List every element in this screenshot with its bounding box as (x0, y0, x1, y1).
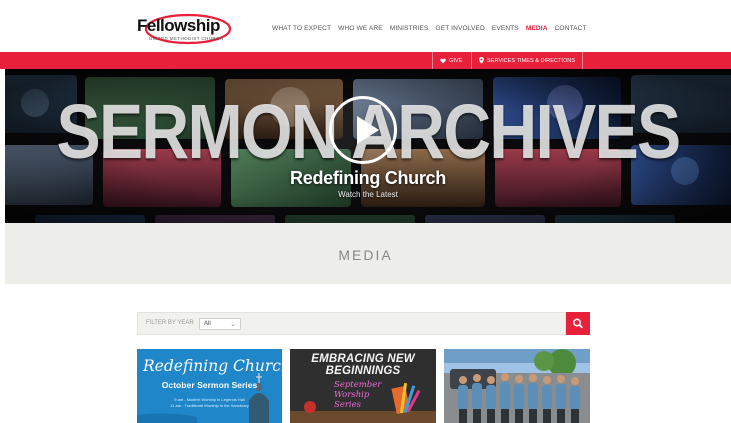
group-photo-image (444, 349, 590, 423)
search-icon (573, 318, 583, 329)
utility-bar: GIVE SERVICES TIMES & DIRECTIONS (0, 52, 731, 69)
year-filter-bar: FILTER BY YEAR All ⌄ (137, 312, 566, 335)
hero-subtitle: Redefining Church (290, 168, 446, 188)
nav-what-to-expect[interactable]: WHAT TO EXPECT (272, 25, 331, 32)
play-button[interactable] (329, 96, 397, 164)
church-logo[interactable]: Fellowship UNITED METHODIST CHURCH (134, 12, 232, 46)
card2-title-line-1: EMBRACING NEW (311, 353, 415, 365)
year-select-value: All (204, 321, 211, 327)
filter-label: FILTER BY YEAR (146, 320, 194, 326)
logo-subtext: UNITED METHODIST CHURCH (149, 36, 224, 41)
logo-text: Fellowship (137, 16, 220, 35)
give-button[interactable]: GIVE (432, 52, 469, 69)
services-directions-button[interactable]: SERVICES TIMES & DIRECTIONS (471, 52, 584, 69)
card1-script-title: Redefining Church (143, 357, 282, 375)
year-select[interactable]: All ⌄ (199, 318, 241, 330)
nav-ministries[interactable]: MINISTRIES (390, 25, 429, 32)
chevron-down-icon: ⌄ (230, 321, 236, 328)
card2-script-line-1: September (334, 380, 382, 390)
services-label: SERVICES TIMES & DIRECTIONS (487, 57, 576, 64)
section-title: MEDIA (338, 247, 393, 263)
give-label: GIVE (449, 57, 463, 64)
nav-contact[interactable]: CONTACT (555, 25, 587, 32)
play-icon (357, 116, 379, 144)
sermon-card-embracing-new-beginnings[interactable]: EMBRACING NEW BEGINNINGS September Worsh… (290, 349, 436, 423)
card1-series-label: October Sermon Series (161, 380, 258, 390)
media-card-group-photo[interactable] (444, 349, 590, 423)
nav-events[interactable]: EVENTS (492, 25, 519, 32)
card2-script-line-2: Worship (334, 390, 370, 400)
location-pin-icon (479, 57, 484, 64)
nav-media[interactable]: MEDIA (526, 25, 548, 32)
card1-time-line-1: 9 am - Modern Worship in Legends Hall (174, 397, 245, 402)
card2-script-line-3: Series (334, 400, 362, 410)
sermon-card-redefining-church[interactable]: Redefining Church October Sermon Series … (137, 349, 282, 423)
site-header: Fellowship UNITED METHODIST CHURCH WHAT … (0, 0, 731, 52)
nav-who-we-are[interactable]: WHO WE ARE (338, 25, 383, 32)
heart-icon (440, 58, 446, 63)
search-button[interactable] (566, 312, 590, 335)
watch-latest-link[interactable]: Watch the Latest (5, 190, 731, 199)
card2-title-line-2: BEGINNINGS (325, 365, 401, 377)
hero-banner[interactable]: SERMON ARCHIVES Redefining Church Watch … (5, 69, 731, 223)
nav-get-involved[interactable]: GET INVOLVED (436, 25, 485, 32)
card1-time-line-2: 11 am - Traditional Worship in the Sanct… (170, 403, 249, 408)
page: Fellowship UNITED METHODIST CHURCH WHAT … (0, 0, 731, 423)
main-nav: WHAT TO EXPECT WHO WE ARE MINISTRIES GET… (272, 25, 587, 32)
